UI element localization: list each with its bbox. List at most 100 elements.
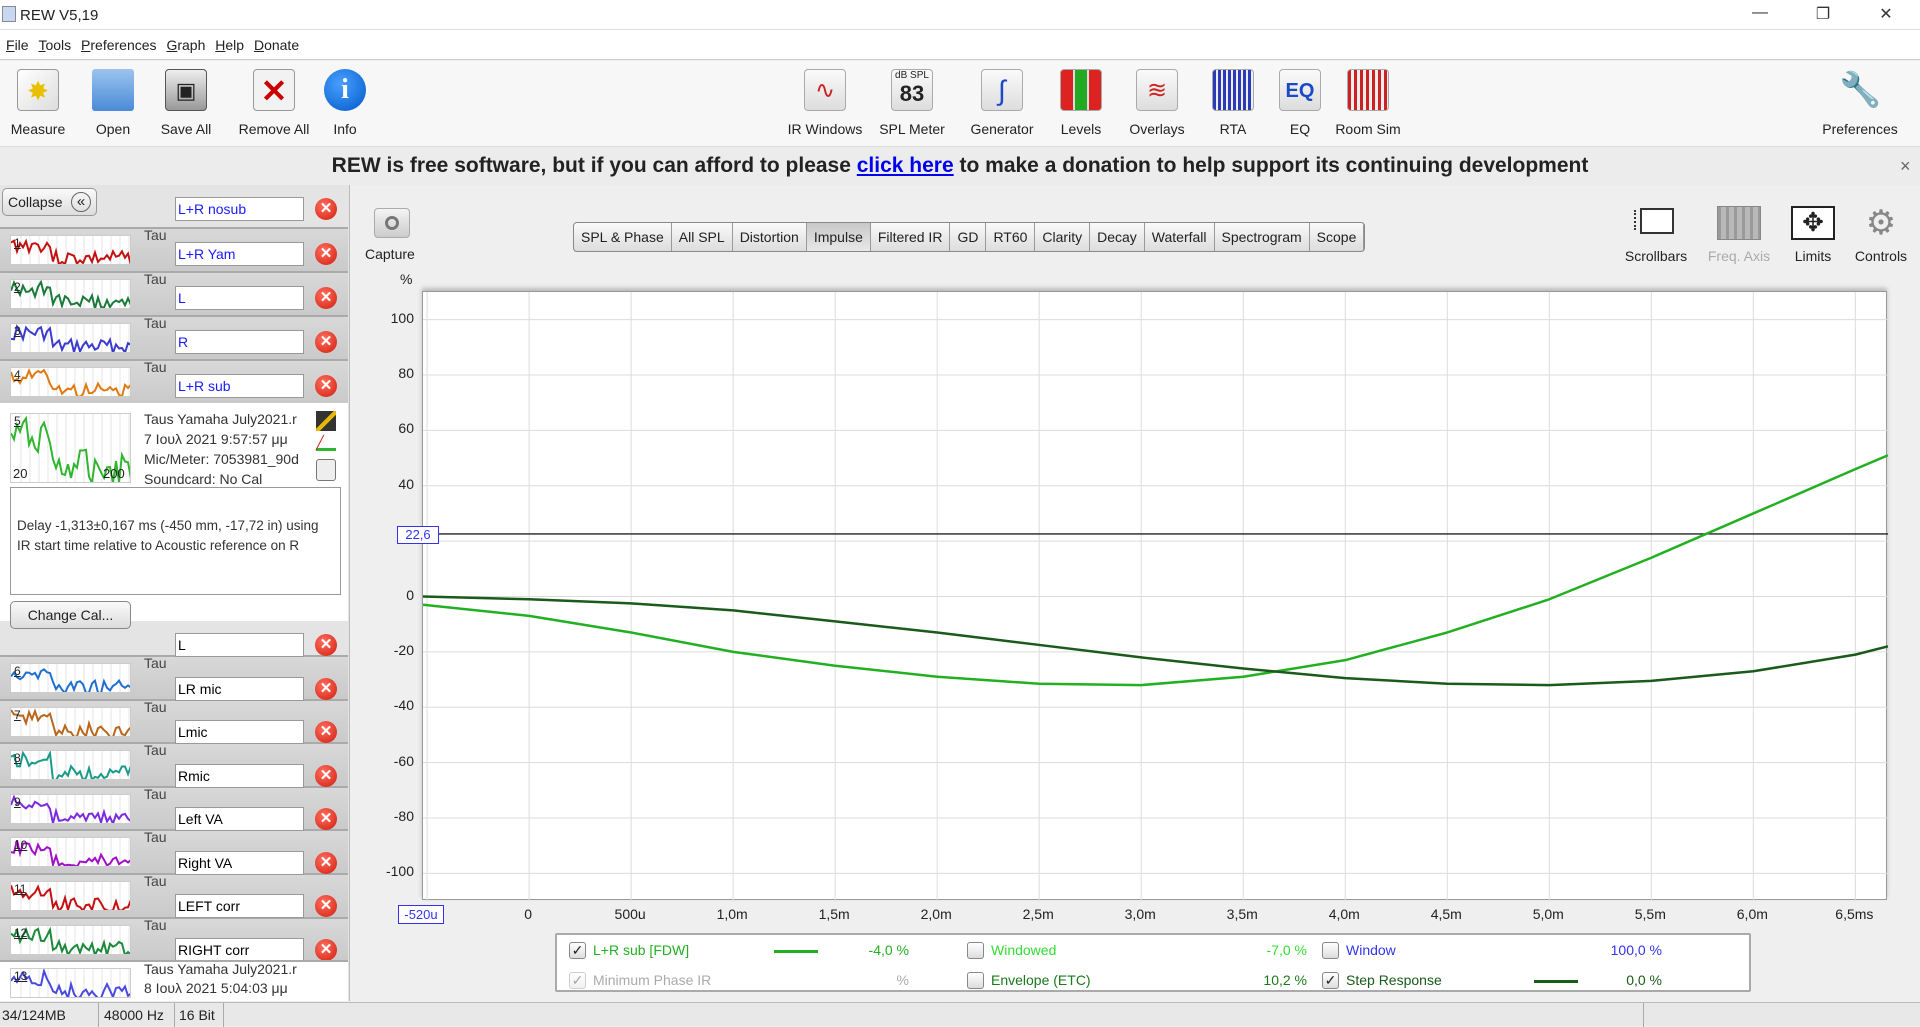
measurement-thumbnail[interactable]: 5 20 200 [10, 413, 131, 483]
y-tick-label: -100 [385, 863, 414, 880]
line-color-icon[interactable]: ╱ [316, 436, 336, 451]
measurement-row[interactable]: 13 Taus Yamaha July2021.r 8 Ιουλ 2021 5:04… [0, 960, 348, 1001]
measurement-name-field[interactable]: Left VA [175, 807, 304, 831]
remove-measurement-icon[interactable]: ✕ [315, 765, 337, 787]
remove-measurement-icon[interactable]: ✕ [315, 375, 337, 397]
menu-tools[interactable]: Tools [38, 37, 71, 53]
minimize-button[interactable]: — [1740, 4, 1780, 26]
tab-all-spl[interactable]: All SPL [672, 223, 733, 251]
remove-all-button[interactable]: ✕ Remove All [234, 69, 314, 137]
measurement-thumbnail[interactable]: 3 [10, 323, 131, 353]
tab-gd[interactable]: GD [950, 223, 987, 251]
cursor-y-label[interactable]: 22,6 [397, 526, 439, 544]
l-r-sub-fdw-checkbox[interactable]: ✓ [569, 942, 586, 959]
edit-info-icon[interactable] [316, 411, 336, 431]
measurement-name-field[interactable]: L+R Yam [175, 242, 304, 266]
measurement-name-field[interactable]: Right VA [175, 851, 304, 875]
capture-button[interactable]: Capture [365, 246, 415, 262]
tab-spl-phase[interactable]: SPL & Phase [574, 223, 672, 251]
remove-measurement-icon[interactable]: ✕ [315, 895, 337, 917]
measurement-name-field[interactable]: LEFT corr [175, 894, 304, 918]
measurement-thumbnail[interactable]: 1 [10, 235, 131, 265]
windowed-checkbox[interactable] [967, 942, 984, 959]
measure-icon: ✸ [17, 69, 59, 111]
gear-icon: ⚙ [1865, 204, 1897, 242]
remove-measurement-icon[interactable]: ✕ [315, 678, 337, 700]
tab-impulse[interactable]: Impulse [806, 223, 871, 251]
menu-help[interactable]: Help [215, 37, 244, 53]
remove-measurement-icon[interactable]: ✕ [315, 721, 337, 743]
measurement-name-field[interactable]: RIGHT corr [175, 938, 304, 962]
tab-spectrogram[interactable]: Spectrogram [1215, 223, 1310, 251]
measurement-name-field[interactable]: LR mic [175, 677, 304, 701]
tab-waterfall[interactable]: Waterfall [1145, 223, 1215, 251]
levels-icon [1060, 69, 1102, 111]
menu-preferences[interactable]: Preferences [81, 37, 157, 53]
save-all-button[interactable]: ▣ Save All [146, 69, 226, 137]
menu-file[interactable]: File [6, 37, 29, 53]
measurement-name-field[interactable]: Lmic [175, 720, 304, 744]
close-window-button[interactable]: ✕ [1866, 4, 1906, 26]
remove-measurement-icon[interactable]: ✕ [315, 634, 337, 656]
generator-button[interactable]: ∫ Generator [962, 69, 1042, 137]
info-button[interactable]: i Info [305, 69, 385, 137]
menu-graph[interactable]: Graph [166, 37, 205, 53]
measure-button[interactable]: ✸ Measure [0, 69, 78, 137]
scrollbars-button[interactable]: Scrollbars [1618, 206, 1694, 264]
open-button[interactable]: Open [73, 69, 153, 137]
ir-windows-button[interactable]: ∿ IR Windows [785, 69, 865, 137]
remove-measurement-icon[interactable]: ✕ [315, 287, 337, 309]
banner-close-button[interactable]: × [1900, 147, 1911, 185]
x-start-label[interactable]: -520u [398, 905, 444, 924]
measurement-name-field[interactable]: L+R sub [175, 374, 304, 398]
tab-filtered-ir[interactable]: Filtered IR [871, 223, 951, 251]
overlays-button[interactable]: ≋ Overlays [1117, 69, 1197, 137]
measurement-name-field[interactable]: L+R nosub [175, 197, 304, 221]
tab-distortion[interactable]: Distortion [733, 223, 807, 251]
thumbnail-trace [11, 668, 130, 692]
camera-icon[interactable] [374, 208, 410, 238]
measurement-thumbnail[interactable]: 9 [10, 793, 131, 824]
step-response-checkbox[interactable]: ✓ [1322, 972, 1339, 989]
measurement-notes[interactable]: Delay -1,313±0,167 ms (-450 mm, -17,72 i… [10, 487, 341, 595]
measurement-thumbnail[interactable]: 12 [10, 924, 131, 955]
measurement-thumbnail[interactable]: 8 [10, 750, 131, 781]
tab-clarity[interactable]: Clarity [1035, 223, 1091, 251]
room-sim-button[interactable]: Room Sim [1328, 69, 1408, 137]
impulse-plot[interactable] [422, 291, 1888, 901]
tab-decay[interactable]: Decay [1090, 223, 1145, 251]
tab-rt60[interactable]: RT60 [986, 223, 1036, 251]
spl-meter-button[interactable]: dB SPL 83 SPL Meter [872, 69, 952, 137]
limits-button[interactable]: ✥ Limits [1775, 206, 1851, 264]
measurement-name-field[interactable]: R [175, 330, 304, 354]
measurement-thumbnail[interactable]: 7 [10, 706, 131, 737]
measurement-name-field[interactable]: L [175, 286, 304, 310]
measurement-name-field[interactable]: Rmic [175, 764, 304, 788]
tab-scope[interactable]: Scope [1310, 223, 1365, 251]
remove-measurement-icon[interactable]: ✕ [315, 852, 337, 874]
measurement-thumbnail[interactable]: 6 [10, 663, 131, 693]
measurement-thumbnail[interactable]: 2 [10, 279, 131, 309]
measurement-thumbnail[interactable]: 4 [10, 367, 131, 397]
restore-button[interactable]: ❐ [1803, 4, 1843, 26]
change-cal-button[interactable]: Change Cal... [10, 601, 131, 629]
preferences-button[interactable]: 🔧 Preferences [1820, 69, 1900, 137]
window-checkbox[interactable] [1322, 942, 1339, 959]
remove-measurement-icon[interactable]: ✕ [315, 939, 337, 961]
measurement-file: Taus Yamaha July2021.r [144, 411, 297, 427]
measurement-name-field[interactable]: L [175, 633, 304, 657]
remove-measurement-icon[interactable]: ✕ [315, 243, 337, 265]
collapse-button[interactable]: Collapse « [2, 188, 97, 216]
measurement-thumbnail[interactable]: 10 [10, 837, 131, 868]
remove-measurement-icon[interactable]: ✕ [315, 198, 337, 220]
menu-donate[interactable]: Donate [254, 37, 299, 53]
envelope-etc-checkbox[interactable] [967, 972, 984, 989]
notes-icon[interactable] [316, 459, 336, 481]
controls-button[interactable]: ⚙ Controls [1843, 206, 1919, 264]
measurement-thumbnail[interactable]: 13 [10, 968, 131, 998]
levels-button[interactable]: Levels [1041, 69, 1121, 137]
measurement-thumbnail[interactable]: 11 [10, 881, 131, 911]
remove-measurement-icon[interactable]: ✕ [315, 808, 337, 830]
donate-link[interactable]: click here [857, 154, 954, 177]
remove-measurement-icon[interactable]: ✕ [315, 331, 337, 353]
